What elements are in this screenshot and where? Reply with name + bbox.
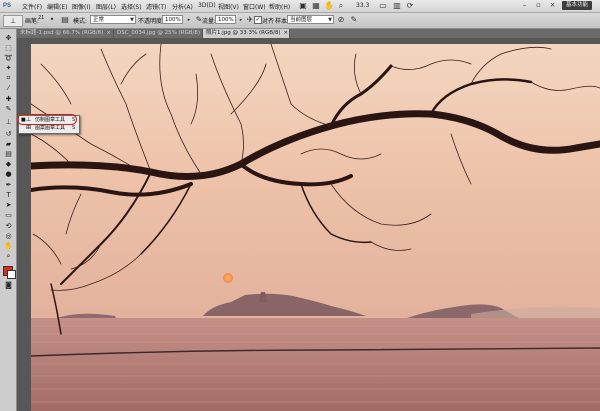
quick-mask-icon[interactable]: ◙ <box>4 281 13 289</box>
menu-view[interactable]: 视图(V) <box>218 2 239 11</box>
aligned-label: 对齐 <box>262 18 275 25</box>
brush-tool-icon[interactable]: ✎ <box>4 105 13 113</box>
lasso-tool-icon[interactable]: ➰ <box>4 54 13 62</box>
screen-mode-icon[interactable]: ▭ <box>378 1 388 11</box>
pattern-stamp-icon: ⊞ <box>26 124 32 131</box>
menu-edit[interactable]: 编辑(E) <box>47 2 67 11</box>
mini-bridge-icon[interactable]: ▦ <box>311 1 321 11</box>
menu-file[interactable]: 文件(F) <box>22 2 42 11</box>
menu-filter[interactable]: 滤镜(T) <box>146 2 166 11</box>
clone-stamp-icon: ⊥ <box>9 17 17 25</box>
clone-source-panel-icon[interactable]: ▤ <box>60 15 70 25</box>
opacity-value: 100% <box>165 17 181 23</box>
menu-image[interactable]: 图像(I) <box>72 2 90 11</box>
eyedropper-tool-icon[interactable]: ⁄ <box>4 84 13 92</box>
photo-sunset-branches <box>31 44 600 411</box>
3d-rotate-tool-icon[interactable]: ⟲ <box>4 222 13 230</box>
flyout-item-pattern-stamp[interactable]: ⊞ 图案图章工具 S <box>19 124 79 132</box>
brush-label: 画笔: <box>25 18 40 25</box>
photoshop-logo: PS <box>3 3 12 9</box>
close-icon[interactable]: × <box>283 30 288 36</box>
flow-value: 100% <box>218 17 234 23</box>
mode-label: 模式: <box>73 18 88 25</box>
menu-3d[interactable]: 3D(D) <box>198 2 216 9</box>
zoom-level[interactable]: 33.3 <box>356 2 369 9</box>
tab-label: 未标题-1.psd @ 66.7% (RGB/8) <box>20 30 104 36</box>
background-color-swatch[interactable] <box>7 270 16 279</box>
close-icon[interactable]: × <box>106 30 111 36</box>
maximize-icon[interactable]: ▫ <box>535 2 542 9</box>
ignore-adjustment-layers-icon[interactable]: ⊘ <box>336 15 346 25</box>
chevron-down-icon: ▼ <box>130 17 134 23</box>
menu-help[interactable]: 帮助(H) <box>269 2 290 11</box>
opacity-field[interactable]: 100% <box>162 15 183 24</box>
hand-icon[interactable]: ✋ <box>324 1 334 11</box>
eraser-tool-icon[interactable]: ▰ <box>4 140 13 148</box>
minimize-icon[interactable]: – <box>521 2 528 9</box>
workspace-switcher[interactable]: 基本功能 <box>562 1 592 10</box>
close-icon[interactable]: × <box>549 2 556 9</box>
type-tool-icon[interactable]: T <box>4 191 13 199</box>
aligned-checkbox[interactable]: ✓ <box>254 16 262 24</box>
mode-select[interactable]: 正常 ▼ <box>90 15 136 24</box>
shortcut-key: S <box>72 125 76 131</box>
rotate-view-icon[interactable]: ⟳ <box>405 1 415 11</box>
pen-tool-icon[interactable]: ✒ <box>4 181 13 189</box>
opacity-label: 不透明度: <box>138 18 165 25</box>
pressure-size-icon[interactable]: ✎ <box>349 15 359 25</box>
zoom-tool-icon[interactable]: ⌕ <box>4 252 13 260</box>
flow-label: 流量: <box>202 18 217 25</box>
tab-label: 照片1.jpg @ 33.3% (RGB/8) <box>206 30 281 36</box>
opacity-dropdown-icon[interactable]: ▸ <box>184 15 194 25</box>
document-tabs: 未标题-1.psd @ 66.7% (RGB/8) × DSC_0034.jpg … <box>17 29 600 38</box>
history-brush-tool-icon[interactable]: ↺ <box>4 130 13 138</box>
zoom-icon[interactable]: ⌕ <box>336 1 346 11</box>
sample-select[interactable]: 当前图层 ▼ <box>287 15 334 24</box>
clone-stamp-tool-icon[interactable]: ⊥ <box>4 118 13 126</box>
chevron-down-icon: ▼ <box>328 17 332 23</box>
menu-window[interactable]: 窗口(W) <box>243 2 266 11</box>
hand-tool-icon[interactable]: ✋ <box>4 242 13 250</box>
crop-tool-icon[interactable]: ⌗ <box>4 74 13 82</box>
tab-document-1[interactable]: 未标题-1.psd @ 66.7% (RGB/8) × <box>17 29 114 38</box>
blur-tool-icon[interactable]: ◆ <box>4 160 13 168</box>
document-canvas[interactable] <box>31 44 600 411</box>
menu-bar: PS 文件(F) 编辑(E) 图像(I) 图层(L) 选择(S) 滤镜(T) 分… <box>0 0 600 13</box>
options-bar: ⊥ 画笔: 21 • ▤ 模式: 正常 ▼ 不透明度: 100% ▸ ✎ 流量: … <box>0 13 600 29</box>
move-tool-icon[interactable]: ✥ <box>4 34 13 42</box>
tools-panel: ✥ ⬚ ➰ ✦ ⌗ ⁄ ✚ ✎ ⊥ ↺ ▰ ▤ ◆ ● ✒ T ➤ ▭ ⟲ ◎ … <box>0 29 17 411</box>
flyout-item-label: 图案图章工具 <box>35 125 66 131</box>
gradient-tool-icon[interactable]: ▤ <box>4 150 13 158</box>
tab-document-3[interactable]: 照片1.jpg @ 33.3% (RGB/8) × <box>203 29 290 38</box>
sample-value: 当前图层 <box>290 17 313 23</box>
tab-label: DSC_0034.jpg @ 25% (RGB/8) <box>117 30 201 36</box>
shape-tool-icon[interactable]: ▭ <box>4 211 13 219</box>
bridge-icon[interactable]: ▣ <box>298 1 308 11</box>
tab-document-2[interactable]: DSC_0034.jpg @ 25% (RGB/8)× <box>114 29 208 38</box>
menu-select[interactable]: 选择(S) <box>121 2 142 11</box>
dodge-tool-icon[interactable]: ● <box>4 170 13 178</box>
healing-brush-tool-icon[interactable]: ✚ <box>4 95 13 103</box>
mode-value: 正常 <box>93 17 105 23</box>
brush-preset-icon[interactable]: • <box>47 15 57 25</box>
annotation-highlight-circle <box>17 114 77 125</box>
menu-analysis[interactable]: 分析(A) <box>172 2 193 11</box>
menu-layer[interactable]: 图层(L) <box>96 2 116 11</box>
tool-preset-picker[interactable]: ⊥ <box>3 15 23 27</box>
brush-size[interactable]: 21 <box>38 15 44 21</box>
flow-field[interactable]: 100% <box>215 15 236 24</box>
arrange-documents-icon[interactable]: ▥ <box>392 1 402 11</box>
quick-select-tool-icon[interactable]: ✦ <box>4 64 13 72</box>
3d-camera-tool-icon[interactable]: ◎ <box>4 232 13 240</box>
path-selection-tool-icon[interactable]: ➤ <box>4 201 13 209</box>
marquee-tool-icon[interactable]: ⬚ <box>4 44 13 52</box>
